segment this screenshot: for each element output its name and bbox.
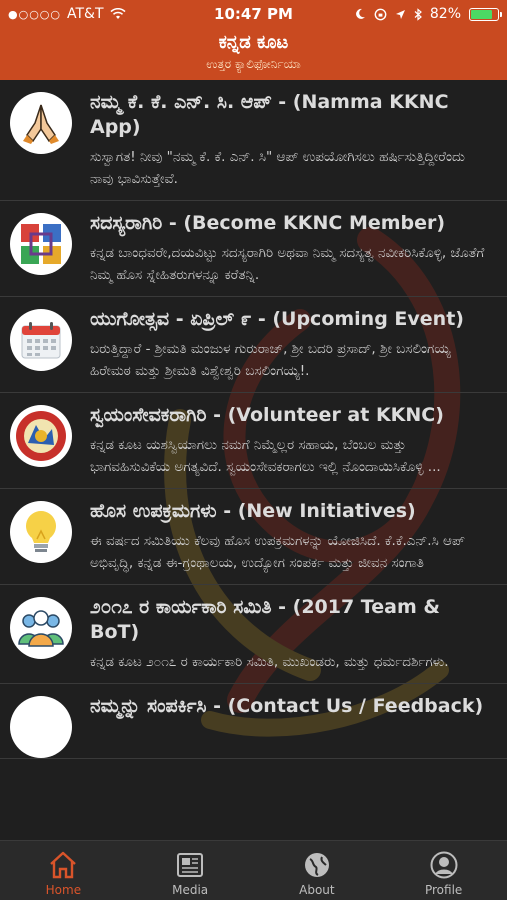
list-item-become-member[interactable]: ಸದಸ್ಯರಾಗಿರಿ - (Become KKNC Member) ಕನ್ನಡ… bbox=[0, 201, 507, 297]
person-icon bbox=[430, 851, 458, 879]
item-title: ಯುಗೋತ್ಸವ - ಏಪ್ರಿಲ್ ೯ - (Upcoming Event) bbox=[90, 308, 464, 330]
item-title: ಸದಸ್ಯರಾಗಿರಿ - (Become KKNC Member) bbox=[90, 212, 446, 234]
wifi-icon bbox=[109, 8, 126, 19]
signal-strength: ●○○○○ bbox=[8, 7, 61, 21]
battery-percent: 82% bbox=[429, 6, 461, 22]
tab-label: Media bbox=[172, 883, 209, 897]
list-item-volunteer[interactable]: ಸ್ವಯಂಸೇವಕರಾಗಿರಿ - (Volunteer at KKNC) ಕನ… bbox=[0, 393, 507, 489]
community-hands-icon bbox=[10, 213, 72, 275]
newspaper-icon bbox=[177, 853, 204, 877]
item-description: ಸುಸ್ವಾಗತ! ನೀವು "ನಮ್ಮ ಕೆ. ಕೆ. ಎನ್. ಸಿ" ಆಪ… bbox=[90, 149, 465, 187]
tab-label: About bbox=[299, 883, 335, 897]
calendar-icon bbox=[10, 309, 72, 371]
rotation-lock-icon bbox=[374, 8, 387, 20]
globe-icon bbox=[304, 853, 329, 877]
battery-icon bbox=[469, 7, 502, 21]
list-item-team[interactable]: ೨೦೧೭ ರ ಕಾರ್ಯಕಾರಿ ಸಮಿತಿ - (2017 Team & Bo… bbox=[0, 585, 507, 684]
team-people-icon bbox=[10, 597, 72, 659]
status-time: 10:47 PM bbox=[214, 5, 293, 23]
list-item-upcoming-event[interactable]: ಯುಗೋತ್ಸವ - ಏಪ್ರಿಲ್ ೯ - (Upcoming Event) … bbox=[0, 297, 507, 393]
tab-about[interactable]: About bbox=[254, 841, 381, 900]
home-icon bbox=[50, 851, 77, 879]
contact-icon bbox=[10, 696, 72, 758]
moon-icon bbox=[355, 8, 365, 19]
lightbulb-icon bbox=[10, 501, 72, 563]
tab-profile[interactable]: Profile bbox=[380, 841, 507, 900]
header-title: ಕನ್ನಡ ಕೂಟ bbox=[218, 32, 289, 53]
location-arrow-icon bbox=[395, 9, 405, 19]
status-bar: ●○○○○ AT&T 10:47 PM 82% bbox=[0, 0, 507, 28]
volunteer-logo-icon bbox=[10, 405, 72, 467]
item-description: ಕನ್ನಡ ಬಾಂಧವರೇ,ದಯವಿಟ್ಟು ಸದಸ್ಯರಾಗಿರಿ ಅಥವಾ … bbox=[90, 245, 485, 283]
tab-media[interactable]: Media bbox=[127, 841, 254, 900]
header-subtitle: ಉತ್ತರ ಕ್ಯಾಲಿಫೋರ್ನಿಯಾ bbox=[206, 57, 301, 71]
tab-bar: Home Media About Profile bbox=[0, 840, 507, 900]
item-title: ಸ್ವಯಂಸೇವಕರಾಗಿರಿ - (Volunteer at KKNC) bbox=[90, 404, 444, 426]
tab-label: Home bbox=[45, 883, 82, 897]
item-title: ೨೦೧೭ ರ ಕಾರ್ಯಕಾರಿ ಸಮಿತಿ - (2017 Team & Bo… bbox=[90, 596, 440, 643]
app-header: ಕನ್ನಡ ಕೂಟ ಉತ್ತರ ಕ್ಯಾಲಿಫೋರ್ನಿಯಾ bbox=[0, 28, 507, 80]
item-title: ನಮ್ಮನ್ನು ಸಂಪರ್ಕಿಸಿ - (Contact Us / Feedb… bbox=[90, 695, 484, 717]
item-description: ಬರುತ್ತಿದ್ದಾರೆ - ಶ್ರೀಮತಿ ಮಂಜುಳ ಗುರುರಾಜ್, … bbox=[90, 341, 451, 379]
tab-home[interactable]: Home bbox=[0, 841, 127, 900]
list-item-contact-us[interactable]: ನಮ್ಮನ್ನು ಸಂಪರ್ಕಿಸಿ - (Contact Us / Feedb… bbox=[0, 684, 507, 759]
carrier-label: AT&T bbox=[67, 6, 104, 22]
item-description: ಈ ವರ್ಷದ ಸಮಿತಿಯು ಕೆಲವು ಹೊಸ ಉಪಕ್ರಮಗಳನ್ನು ಯ… bbox=[90, 533, 465, 571]
list-item-new-initiatives[interactable]: ಹೊಸ ಉಪಕ್ರಮಗಳು - (New Initiatives) ಈ ವರ್ಷ… bbox=[0, 489, 507, 585]
item-title: ಹೊಸ ಉಪಕ್ರಮಗಳು - (New Initiatives) bbox=[90, 500, 416, 522]
home-feed[interactable]: ನಮ್ಮ ಕೆ. ಕೆ. ಎನ್. ಸಿ. ಆಪ್ - (Namma KKNC … bbox=[0, 80, 507, 840]
tab-label: Profile bbox=[424, 883, 463, 897]
bluetooth-icon bbox=[414, 7, 422, 21]
item-description: ಕನ್ನಡ ಕೂಟ ಯಶಸ್ವಿಯಾಗಲು ನಮಗೆ ನಿಮ್ಮೆಲ್ಲರ ಸಹ… bbox=[90, 437, 441, 475]
battery-level bbox=[471, 9, 493, 19]
list-item-namma-kknc-app[interactable]: ನಮ್ಮ ಕೆ. ಕೆ. ಎನ್. ಸಿ. ಆಪ್ - (Namma KKNC … bbox=[0, 80, 507, 201]
namaste-hands-icon bbox=[10, 92, 72, 154]
item-description: ಕನ್ನಡ ಕೂಟ ೨೦೧೭ ರ ಕಾರ್ಯಕಾರಿ ಸಮಿತಿ, ಮುಖಂಡರ… bbox=[90, 654, 449, 670]
item-title: ನಮ್ಮ ಕೆ. ಕೆ. ಎನ್. ಸಿ. ಆಪ್ - (Namma KKNC … bbox=[90, 91, 449, 138]
